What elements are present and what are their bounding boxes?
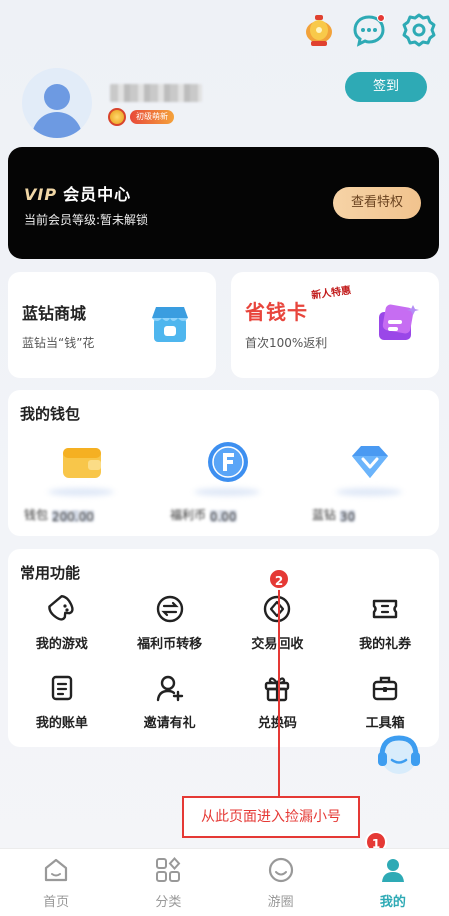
tab-home[interactable]: 首页 [0,849,112,916]
lantern-icon[interactable] [301,12,337,48]
card-title: 蓝钻商城 [22,304,87,323]
wallet-item-welfare-coin[interactable]: 福利币 0.00 [166,432,286,528]
notification-dot [377,14,385,22]
f-coin-icon [206,440,250,484]
function-label: 福利币转移 [137,637,203,652]
annotation-line [278,589,280,805]
home-icon [45,858,68,882]
wallet-item-value: 0.00 [209,509,237,524]
community-icon [268,857,293,883]
card-title: 省钱卡 [245,300,308,324]
tab-label: 游圈 [267,895,294,910]
bill-icon [51,675,73,701]
ticket-icon [373,300,419,346]
vip-logo: VIP [24,185,58,204]
badge-row: 初级萌新 [108,108,174,126]
invite-user-icon [156,675,183,702]
func-my-bills[interactable]: 我的账单 [8,672,116,731]
vip-level-text: 当前会员等级:暂未解锁 [24,213,149,227]
func-coin-transfer[interactable]: 福利币转移 [116,593,224,652]
wallet-icon [60,440,104,484]
func-toolbox[interactable]: 工具箱 [331,672,439,731]
tab-label: 我的 [379,895,406,910]
tab-category[interactable]: 分类 [112,849,224,916]
level-badge: 初级萌新 [130,110,174,124]
customer-service-float[interactable] [373,728,425,780]
vip-title: VIP 会员中心 [24,185,132,204]
section-title: 我的钱包 [20,405,81,423]
common-functions-section: 常用功能 我的游戏 福利币转移 交易回收 我的礼券 我的账单 邀请有礼 兑换码 [8,549,439,747]
vip-center-card[interactable]: VIP 会员中心 当前会员等级:暂未解锁 查看特权 [8,147,439,259]
tab-mine[interactable]: 我的 [337,849,449,916]
wallet-item-value: 200.00 [51,509,94,524]
shop-icon [148,302,192,346]
lanzuan-mall-card[interactable]: 蓝钻商城 蓝钻当“钱”花 [8,272,216,378]
func-my-games[interactable]: 我的游戏 [8,593,116,652]
message-icon[interactable] [351,12,387,48]
annotation-callout: 从此页面进入捡漏小号 [182,796,360,838]
func-invite-gift[interactable]: 邀请有礼 [116,672,224,731]
transfer-icon [156,595,183,623]
profile-section: 初级萌新 签到 [22,68,427,138]
section-title: 常用功能 [20,564,81,582]
settings-icon[interactable] [401,12,437,48]
function-label: 我的账单 [35,716,88,731]
wallet-item-value: 30 [339,509,356,524]
annotation-marker-2: 2 [268,568,290,590]
new-user-tag: 新人特惠 [310,285,352,302]
card-subtitle: 首次100%返利 [245,336,328,350]
toolbox-icon [372,676,398,701]
save-money-card[interactable]: 省钱卡 新人特惠 首次100%返利 [231,272,439,378]
headset-icon [378,735,420,774]
diamond-icon [348,440,392,484]
wallet-item-label: 蓝钻 [312,508,337,522]
avatar[interactable] [22,68,92,138]
wallet-item-balance[interactable]: 钱包 200.00 [20,432,140,528]
bottom-tab-bar: 首页 分类 游圈 我的 [0,848,449,916]
top-icon-bar [301,12,437,48]
wallet-item-label: 福利币 [170,508,207,522]
category-icon [156,857,181,882]
card-subtitle: 蓝钻当“钱”花 [22,336,95,350]
coupon-icon [372,599,398,619]
username-redacted [110,84,202,102]
signin-button[interactable]: 签到 [345,72,427,102]
medal-icon [108,108,126,126]
function-grid: 我的游戏 福利币转移 交易回收 我的礼券 我的账单 邀请有礼 兑换码 工具箱 [8,593,439,731]
tab-label: 首页 [43,895,70,910]
view-privileges-button[interactable]: 查看特权 [333,187,421,219]
user-icon [381,859,404,882]
wallet-item-label: 钱包 [24,508,49,522]
wallet-item-blue-diamond[interactable]: 蓝钻 30 [308,432,428,528]
tab-label: 分类 [155,895,182,910]
my-wallet-section: 我的钱包 钱包 200.00 福利币 0.00 蓝钻 30 [8,390,439,536]
tab-community[interactable]: 游圈 [225,849,337,916]
func-my-coupons[interactable]: 我的礼券 [331,593,439,652]
gamepad-icon [48,594,74,621]
function-label: 邀请有礼 [143,716,196,731]
function-label: 我的礼券 [359,637,412,652]
function-label: 我的游戏 [35,637,88,652]
